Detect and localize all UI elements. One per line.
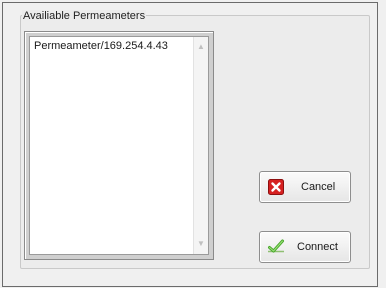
cancel-button[interactable]: Cancel xyxy=(259,171,351,203)
list-item[interactable]: Permeameter/169.254.4.43 xyxy=(34,40,168,52)
cancel-label: Cancel xyxy=(301,181,336,193)
permeameter-listbox[interactable]: Permeameter/169.254.4.43 ▲ ▼ xyxy=(24,31,214,260)
connect-button[interactable]: Connect xyxy=(259,231,351,263)
vertical-scrollbar[interactable]: ▲ ▼ xyxy=(193,37,208,254)
connect-label: Connect xyxy=(297,241,338,253)
dialog-frame: Availiable Permeameters Permeameter/169.… xyxy=(2,2,378,287)
green-check-icon xyxy=(268,239,284,253)
group-label: Availiable Permeameters xyxy=(22,10,147,22)
scroll-up-arrow-icon[interactable]: ▲ xyxy=(194,40,208,54)
red-x-icon xyxy=(268,179,284,195)
scroll-down-arrow-icon[interactable]: ▼ xyxy=(194,237,208,251)
listbox-content[interactable]: Permeameter/169.254.4.43 ▲ ▼ xyxy=(29,36,209,255)
